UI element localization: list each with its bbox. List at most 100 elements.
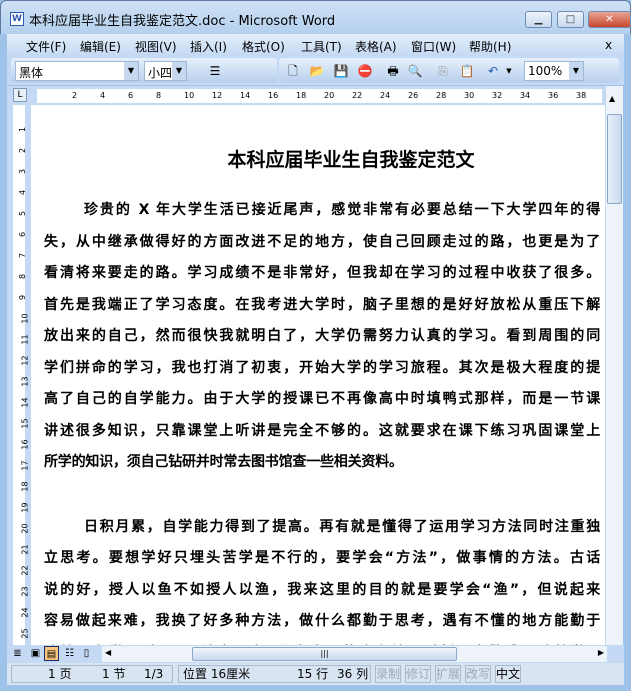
ruler-tick: 11 [20,334,30,345]
menu-tools[interactable]: 工具(T) [301,38,342,55]
text-line: 立思考。要想学好只埋头苦学是不行的，要学会“方法”，做事情的方法。古话 [44,550,600,566]
print-preview-icon[interactable]: 🔍 [407,63,423,79]
outline-view-icon[interactable]: ☷ [62,646,77,661]
status-page: 1 页 [48,667,72,681]
ruler-tick: 38 [576,91,587,100]
menu-edit[interactable]: 编辑(E) [80,38,121,55]
minimize-button[interactable]: ▁ [525,11,552,28]
close-button[interactable]: ✕ [588,11,631,28]
close-document-button[interactable]: x [605,38,612,52]
scroll-thumb[interactable]: ||| [192,647,457,661]
text-line: 首先是我端正了学习态度。在我考进大学时，脑子里想的是好好放松从重压下解 [44,296,600,313]
status-position-info: 位置 16厘米 15 行 36 列 [178,665,371,683]
status-overtype[interactable]: 改写 [465,665,491,683]
window-title: 本科应届毕业生自我鉴定范文.doc - Microsoft Word [29,14,336,29]
reading-view-icon[interactable]: ▯ [79,646,94,661]
ruler-tick: 25 [20,628,30,639]
chevron-down-icon[interactable]: ▼ [124,62,138,80]
normal-view-icon[interactable]: ≣ [10,646,25,661]
ruler-tick: 14 [20,397,30,408]
ruler-tick: 9 [18,294,28,301]
text-line: 珍贵的 X 年大学生活已接近尾声，感觉非常有必要总结一下大学四年的得 [84,202,600,218]
font-size-select[interactable]: 小四 ▼ [144,61,187,81]
ruler-strip: 2 4 6 8 10 12 14 16 18 20 22 24 26 28 30 32 34 36 38 [37,89,602,103]
status-page-info: 1 页 1 节 1/3 [11,665,173,683]
chevron-down-icon[interactable]: ▼ [172,62,186,80]
print-icon[interactable]: 🖶 [385,63,401,79]
align-justify-icon[interactable]: ☰ [207,63,223,79]
standard-toolbar: 🗋 📂 💾 ⛔ 🖶 🔍 ⎘ 📋 ↶ ▼ 100% ▼ [279,58,619,83]
print-layout-view-icon[interactable]: ▤ [44,646,59,661]
text-line: 失，从中继承做得好的方面改进不足的地方，使自己回顾走过的路，也更是为了 [44,233,600,250]
text-line: 说的好，授人以鱼不如授人以渔，我来这里的目的就是要学会“渔”，但说起来 [44,581,600,598]
ruler-tick: 18 [296,91,307,100]
word-app-icon[interactable]: W [10,12,24,26]
status-language[interactable]: 中文 [495,665,521,683]
scroll-up-icon[interactable]: ▲ [609,94,615,103]
menu-insert[interactable]: 插入(I) [190,38,227,55]
horizontal-ruler[interactable]: L 2 4 6 8 10 12 14 16 18 20 22 24 26 28 30 32 34 36 38 [7,86,605,105]
zoom-select[interactable]: 100% ▼ [524,61,584,81]
web-view-icon[interactable]: ▣ [28,646,43,661]
open-folder-icon[interactable]: 📂 [309,63,325,79]
status-track-changes[interactable]: 修订 [405,665,431,683]
zoom-value: 100% [528,64,563,78]
document-page[interactable]: 本科应届毕业生自我鉴定范文 珍贵的 X 年大学生活已接近尾声，感觉非常有必要总结… [31,105,605,645]
chevron-down-icon[interactable]: ▼ [569,62,583,80]
permission-icon[interactable]: ⛔ [357,63,373,79]
status-record[interactable]: 录制 [375,665,401,683]
ruler-tick: 32 [492,91,503,100]
menu-window[interactable]: 窗口(W) [411,38,456,55]
ruler-tick: 17 [20,460,30,471]
ruler-tick: 4 [100,91,106,100]
ruler-tick: 28 [436,91,447,100]
document-title: 本科应届毕业生自我鉴定范文 [227,149,475,171]
menu-help[interactable]: 帮助(H) [469,38,511,55]
font-select[interactable]: 黑体 ▼ [15,61,139,81]
tab-stop-selector[interactable]: L [13,88,27,102]
menu-file[interactable]: 文件(F) [26,38,66,55]
formatting-toolbar: 黑体 ▼ 小四 ▼ ☰ [11,58,277,83]
ruler-tick: 30 [464,91,475,100]
font-value: 黑体 [19,66,44,80]
ruler-tick: 18 [20,481,30,492]
scroll-thumb[interactable] [607,114,622,204]
menu-view[interactable]: 视图(V) [135,38,177,55]
save-icon[interactable]: 💾 [333,63,349,79]
undo-icon[interactable]: ↶ [485,63,501,79]
paste-icon[interactable]: 📋 [459,63,475,79]
ruler-tick: 13 [20,376,30,387]
new-document-icon[interactable]: 🗋 [285,63,301,79]
menu-format[interactable]: 格式(O) [242,38,285,55]
ruler-strip: 1 2 3 4 5 6 7 8 9 10 11 12 13 14 15 16 17 18 19 20 21 22 23 24 2… [13,105,30,645]
scroll-right-icon[interactable]: ▶ [598,648,604,657]
ruler-tick: 20 [20,523,30,534]
ruler-tick: 24 [380,91,391,100]
ruler-tick: 23 [20,586,30,597]
vertical-scrollbar[interactable]: ▲ [605,86,623,645]
text-line: 讲述很多知识，只靠课堂上听讲是完全不够的。这就要求在课下练习巩固课堂上 [44,422,600,439]
horizontal-scrollbar[interactable]: ◀ ||| ▶ [102,646,607,662]
status-position: 位置 16厘米 [183,667,251,681]
undo-dropdown-icon[interactable]: ▼ [501,63,517,79]
copy-icon[interactable]: ⎘ [435,63,451,79]
menu-table[interactable]: 表格(A) [355,38,397,55]
maximize-button[interactable]: □ [557,11,584,28]
ruler-tick: 3 [18,168,28,175]
ruler-tick: 4 [18,189,28,196]
status-extend[interactable]: 扩展 [435,665,461,683]
ruler-tick: 19 [20,502,30,513]
ruler-tick: 12 [20,355,30,366]
status-bar: 1 页 1 节 1/3 位置 16厘米 15 行 36 列 录制 修订 扩展 改… [7,663,624,685]
view-bar: ≣ ▣ ▤ ☷ ▯ ◀ ||| ▶ [7,645,624,663]
ruler-tick: 10 [20,313,30,324]
ruler-tick: 5 [18,210,28,217]
ruler-tick: 6 [128,91,134,100]
ruler-tick: 10 [184,91,195,100]
text-line: 放出来的自己，然而很快我就明白了，大学仍需努力认真的学习。看到周围的同 [44,328,600,344]
vertical-ruler[interactable]: 1 2 3 4 5 6 7 8 9 10 11 12 13 14 15 16 17 18 19 20 21 22 23 24 2… [7,105,31,645]
status-line: 15 行 [297,667,329,681]
ruler-tick: 14 [240,91,251,100]
text-line: 日积月累，自学能力得到了提高。再有就是懂得了运用学习方法同时注重独 [84,518,600,535]
scroll-left-icon[interactable]: ◀ [105,648,111,657]
